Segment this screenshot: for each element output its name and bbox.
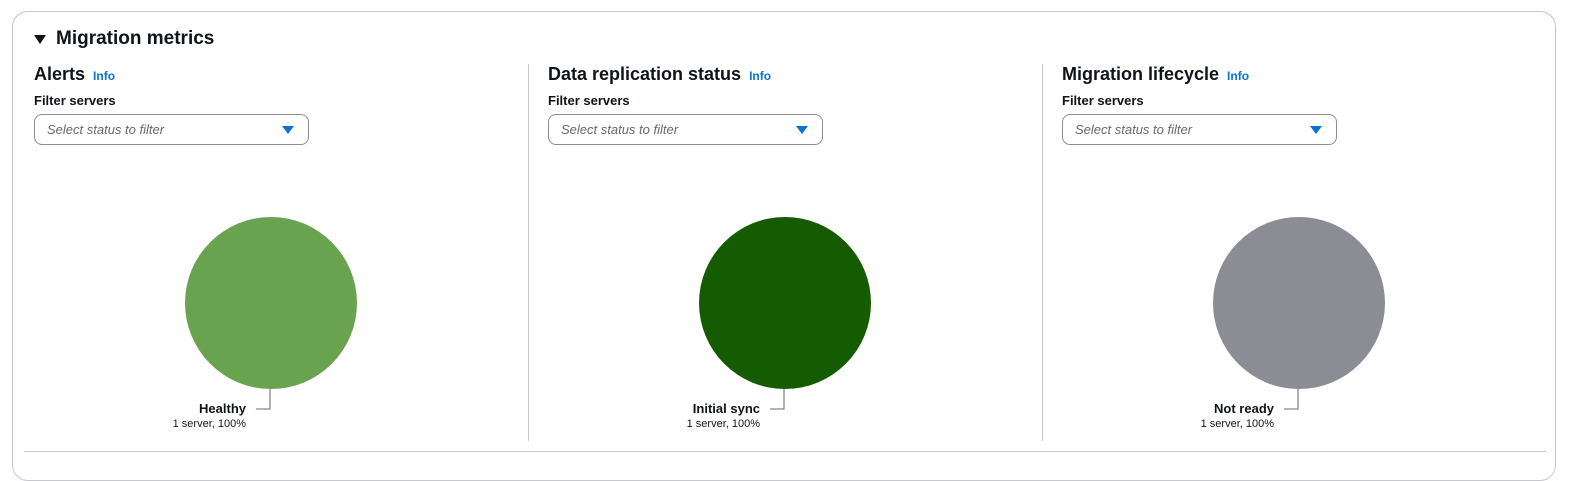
segment-name: Initial sync: [692, 401, 760, 416]
select-placeholder: Select status to filter: [1075, 122, 1193, 137]
panel-divider: [1042, 64, 1043, 441]
select-placeholder: Select status to filter: [561, 122, 679, 137]
segment-name: Not ready: [1214, 401, 1274, 416]
pie-slice-not-ready[interactable]: [1213, 217, 1385, 389]
info-link[interactable]: Info: [1227, 69, 1249, 83]
alerts-panel: Alerts Info Filter servers Select status…: [34, 64, 504, 442]
pie-segment-label: Healthy 1 server, 100%: [173, 401, 246, 430]
status-filter-select[interactable]: Select status to filter: [548, 114, 823, 145]
filter-label: Filter servers: [1062, 93, 1144, 108]
pie-slice-healthy[interactable]: [185, 217, 357, 389]
caret-down-icon: [34, 34, 46, 44]
select-placeholder: Select status to filter: [47, 122, 165, 137]
segment-detail: 1 server, 100%: [1200, 418, 1274, 430]
pie-leader-line: [770, 389, 785, 410]
dropdown-caret-icon: [282, 126, 294, 134]
segment-name: Healthy: [199, 401, 246, 416]
section-title: Migration metrics: [56, 28, 215, 49]
pie-segment-label: Not ready 1 server, 100%: [1201, 401, 1274, 430]
info-link[interactable]: Info: [749, 69, 771, 83]
pie-leader-line: [256, 389, 271, 410]
pie-slice-initial-sync[interactable]: [699, 217, 871, 389]
info-link[interactable]: Info: [93, 69, 115, 83]
panel-title: Data replication status: [548, 64, 742, 84]
panel-title: Alerts: [34, 64, 86, 84]
pie-segment-label: Initial sync 1 server, 100%: [687, 401, 760, 430]
filter-label: Filter servers: [34, 93, 116, 108]
dropdown-caret-icon: [796, 126, 808, 134]
migration-metrics-expand-toggle[interactable]: Migration metrics: [34, 27, 214, 51]
data-replication-panel: Data replication status Info Filter serv…: [548, 64, 1018, 442]
filter-label: Filter servers: [548, 93, 630, 108]
status-filter-select[interactable]: Select status to filter: [1062, 114, 1337, 145]
segment-detail: 1 server, 100%: [172, 418, 246, 430]
panel-divider: [528, 64, 529, 441]
dropdown-caret-icon: [1310, 126, 1322, 134]
section-bottom-divider: [24, 451, 1546, 452]
migration-lifecycle-panel: Migration lifecycle Info Filter servers …: [1062, 64, 1532, 442]
segment-detail: 1 server, 100%: [686, 418, 760, 430]
panel-title: Migration lifecycle: [1062, 64, 1220, 84]
pie-leader-line: [1284, 389, 1299, 410]
status-filter-select[interactable]: Select status to filter: [34, 114, 309, 145]
